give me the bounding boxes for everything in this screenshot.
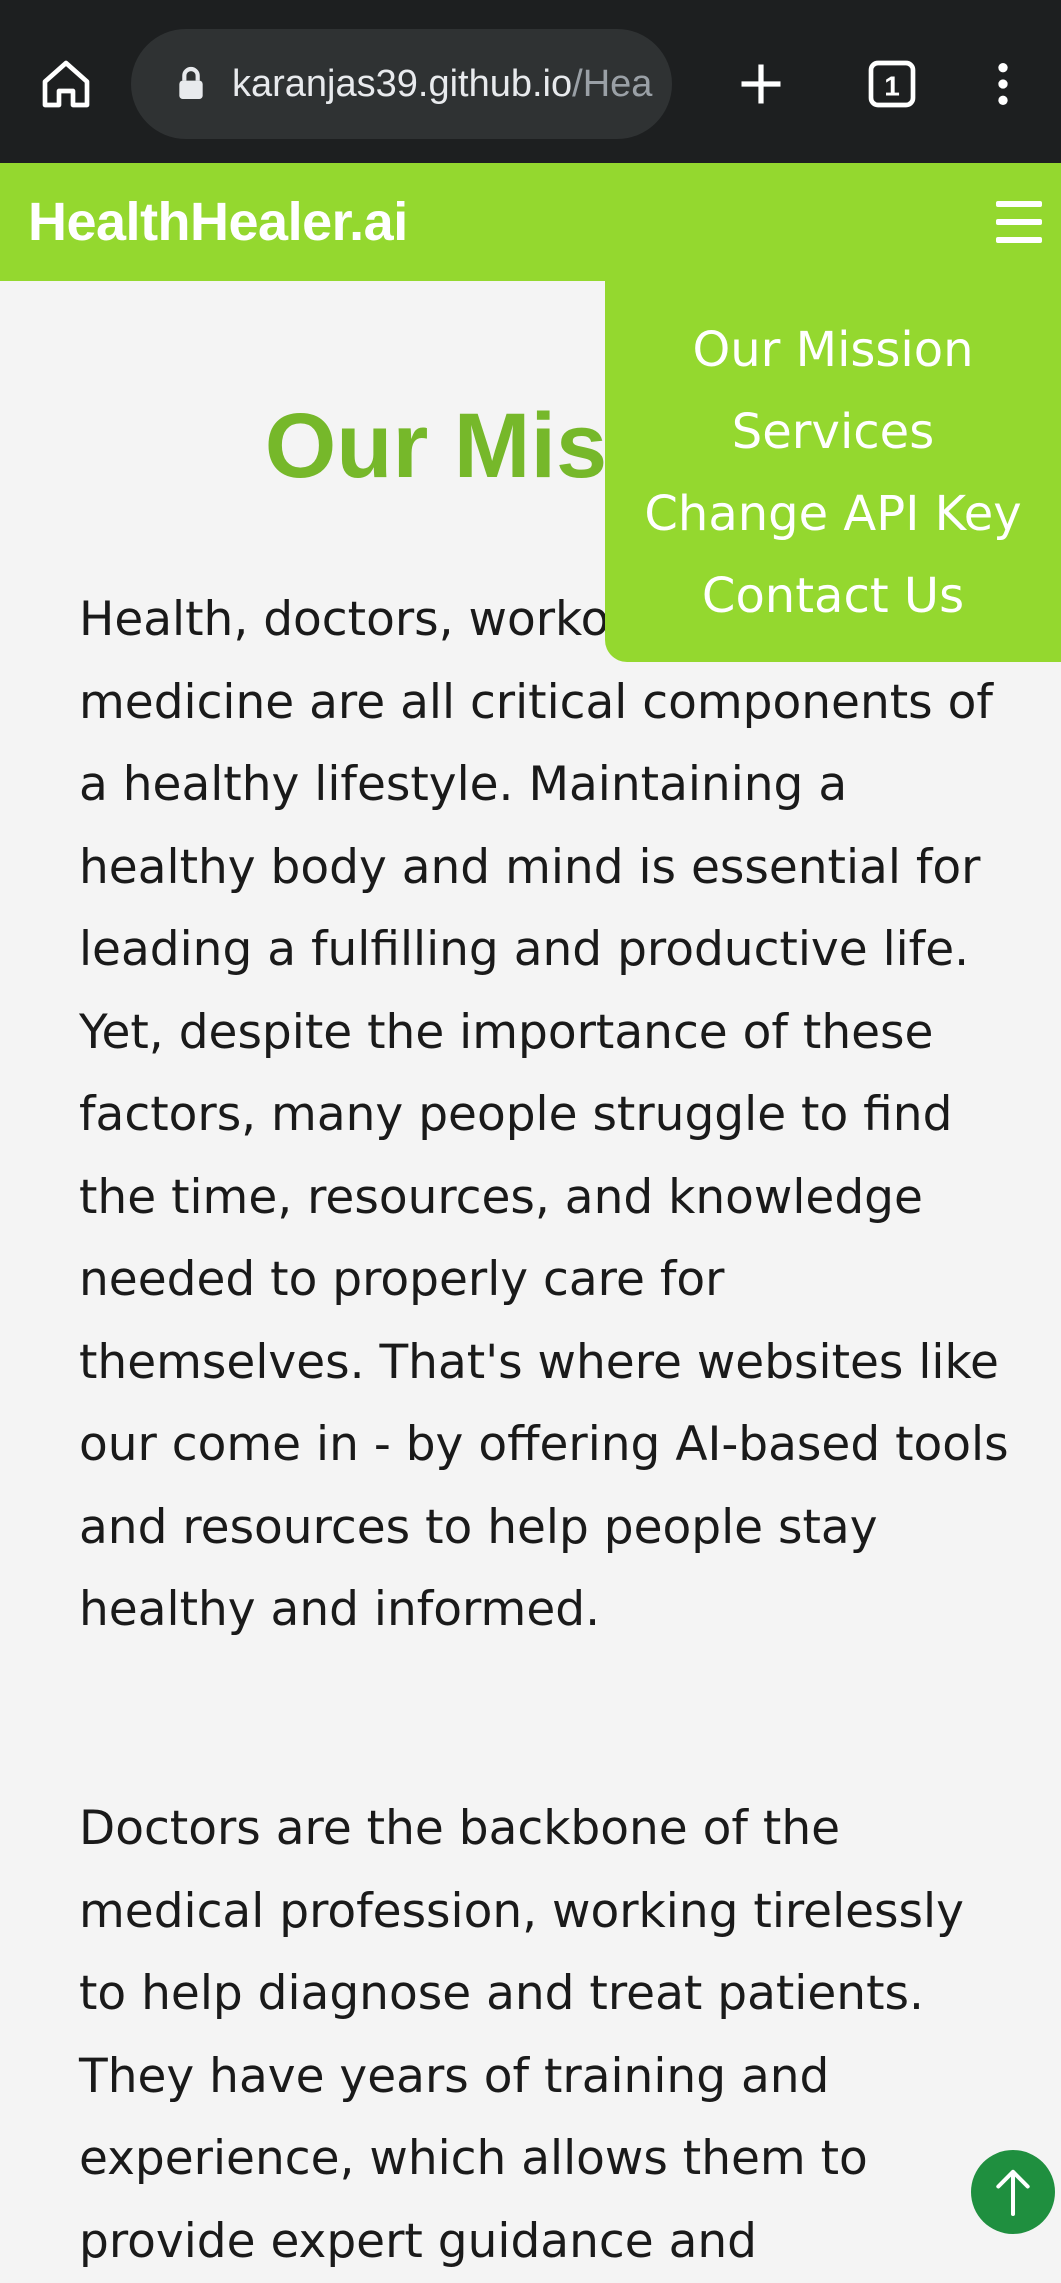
arrow-up-icon <box>996 2169 1030 2217</box>
menu-item-services[interactable]: Services <box>605 391 1061 473</box>
tabs-icon: 1 <box>868 60 916 108</box>
site-logo[interactable]: HealthHealer.ai <box>28 163 408 281</box>
home-button[interactable] <box>26 44 106 124</box>
scroll-to-top-button[interactable] <box>971 2150 1055 2234</box>
lock-icon <box>179 66 203 99</box>
hamburger-menu-icon[interactable] <box>996 199 1042 245</box>
menu-item-contact-us[interactable]: Contact Us <box>605 555 1061 637</box>
url-domain: karanjas39.github.io <box>232 63 573 105</box>
url-text: karanjas39.github.io/Hea <box>232 29 662 139</box>
url-path: /Hea <box>572 63 653 105</box>
more-vert-icon <box>998 63 1008 105</box>
site-navbar: HealthHealer.ai <box>0 163 1061 281</box>
browser-toolbar: karanjas39.github.io/Hea 1 <box>0 0 1061 163</box>
menu-item-our-mission[interactable]: Our Mission <box>605 309 1061 391</box>
new-tab-button[interactable] <box>721 44 801 124</box>
browser-menu-button[interactable] <box>963 44 1043 124</box>
address-bar[interactable]: karanjas39.github.io/Hea <box>131 29 672 139</box>
plus-icon <box>741 64 781 104</box>
mission-paragraph: Health, doctors, workouts, and medicine … <box>79 592 1009 1637</box>
doctors-paragraph: Doctors are the backbone of the medical … <box>79 1801 964 2269</box>
menu-item-change-api-key[interactable]: Change API Key <box>605 473 1061 555</box>
nav-dropdown-menu: Our Mission Services Change API Key Cont… <box>605 281 1061 662</box>
tab-count: 1 <box>884 71 900 102</box>
home-icon <box>42 60 90 108</box>
tab-switcher-button[interactable]: 1 <box>852 44 932 124</box>
